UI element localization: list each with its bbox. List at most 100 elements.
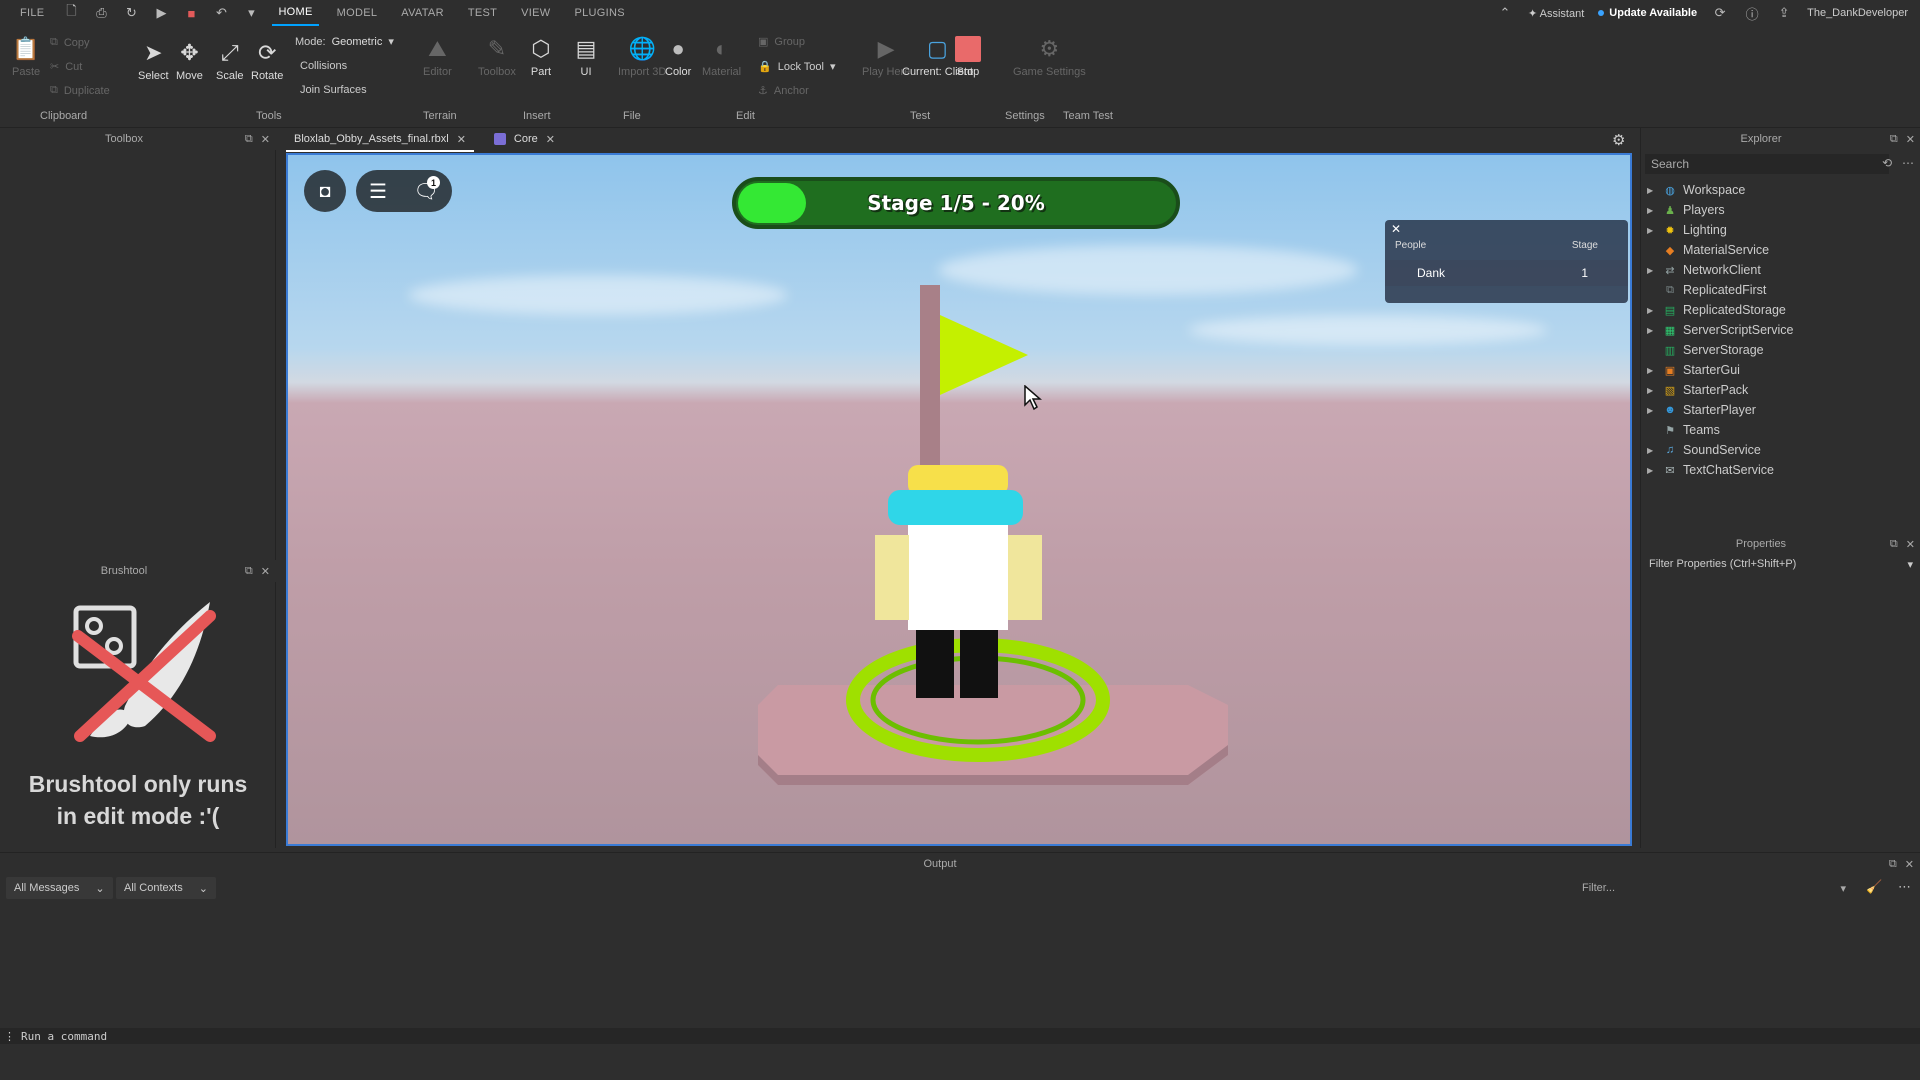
clear-output-icon[interactable]: 🧹 — [1866, 879, 1882, 895]
tab-place-file[interactable]: Bloxlab_Obby_Assets_final.rbxl ✕ — [286, 129, 474, 152]
close-icon[interactable]: ✕ — [1906, 538, 1915, 551]
explorer-item-replicatedfirst[interactable]: ⧉ ReplicatedFirst — [1647, 280, 1766, 300]
tab-test[interactable]: TEST — [462, 0, 503, 26]
undock-icon[interactable]: ⧉ — [1890, 133, 1898, 146]
undock-icon[interactable]: ⧉ — [245, 565, 253, 578]
expand-caret-icon[interactable]: ▶ — [1647, 266, 1659, 275]
import-3d-button[interactable]: 🌐 Import 3D — [618, 36, 666, 78]
update-available-button[interactable]: Update Available — [1598, 7, 1697, 19]
game-settings-button[interactable]: ⚙ Game Settings — [1013, 36, 1086, 78]
close-icon[interactable]: ✕ — [261, 565, 270, 578]
team-test-group-label[interactable]: Team Test — [1063, 110, 1113, 122]
scale-tool[interactable]: ⤢ Scale — [216, 40, 244, 82]
more-icon[interactable]: ⋯ — [1898, 879, 1911, 895]
explorer-item-soundservice[interactable]: ▶ ♫ SoundService — [1647, 440, 1761, 460]
close-icon[interactable]: ✕ — [261, 133, 270, 146]
roblox-menu-button[interactable]: ◘ — [304, 170, 346, 212]
refresh-icon[interactable]: ⟳ — [1711, 4, 1729, 22]
play-icon[interactable]: ▶ — [152, 4, 170, 22]
undock-icon[interactable]: ⧉ — [245, 133, 253, 146]
ui-button[interactable]: ▤ UI — [573, 36, 599, 78]
explorer-item-starterplayer[interactable]: ▶ ☻ StarterPlayer — [1647, 400, 1756, 420]
anchor-button[interactable]: ⚓ Anchor — [758, 84, 809, 98]
command-bar-input[interactable]: ⋮ Run a command — [0, 1028, 1920, 1044]
stop-button[interactable]: Stop — [955, 36, 981, 78]
collisions-toggle[interactable]: Collisions — [300, 60, 347, 72]
explorer-item-textchatservice[interactable]: ▶ ✉ TextChatService — [1647, 460, 1774, 480]
expand-caret-icon[interactable]: ▶ — [1647, 466, 1659, 475]
tab-avatar[interactable]: AVATAR — [395, 0, 450, 26]
color-button[interactable]: ● Color — [665, 36, 691, 78]
explorer-item-lighting[interactable]: ▶ ✹ Lighting — [1647, 220, 1727, 240]
undock-icon[interactable]: ⧉ — [1890, 538, 1898, 551]
more-icon[interactable]: ⋯ — [1902, 156, 1914, 170]
stop-icon[interactable]: ■ — [182, 4, 200, 22]
expand-caret-icon[interactable]: ▶ — [1647, 186, 1659, 195]
chevron-down-icon[interactable]: ▾ — [1907, 558, 1913, 571]
tab-model[interactable]: MODEL — [331, 0, 384, 26]
cut-button[interactable]: ✂ Cut — [50, 60, 82, 74]
help-icon[interactable]: ⓘ — [1743, 4, 1761, 22]
lock-tool-button[interactable]: 🔒 Lock Tool ▾ — [758, 60, 836, 74]
explorer-item-serverstorage[interactable]: ▥ ServerStorage — [1647, 340, 1764, 360]
hamburger-menu-icon[interactable]: ☰ — [369, 179, 387, 204]
expand-caret-icon[interactable]: ▶ — [1647, 446, 1659, 455]
close-icon[interactable]: ✕ — [457, 133, 466, 146]
move-tool[interactable]: ✥ Move — [176, 40, 203, 82]
mode-dropdown[interactable]: Mode: Geometric ▾ — [295, 35, 394, 49]
close-icon[interactable]: ✕ — [1905, 858, 1914, 871]
part-button[interactable]: ⬡ Part — [528, 36, 554, 78]
messages-filter-dropdown[interactable]: All Messages ⌄ — [6, 877, 113, 899]
username[interactable]: The_DankDeveloper — [1807, 7, 1908, 19]
group-button[interactable]: ▣ Group — [758, 35, 805, 49]
join-surfaces-toggle[interactable]: Join Surfaces — [300, 84, 367, 96]
explorer-item-workspace[interactable]: ▶ ◍ Workspace — [1647, 180, 1745, 200]
tab-plugins[interactable]: PLUGINS — [568, 0, 630, 26]
assistant-button[interactable]: ✦ Assistant — [1528, 7, 1584, 20]
undo-icon[interactable]: ↶ — [212, 4, 230, 22]
chevron-down-icon[interactable]: ▾ — [242, 4, 260, 22]
explorer-item-teams[interactable]: ⚑ Teams — [1647, 420, 1720, 440]
rotate-tool[interactable]: ⟳ Rotate — [251, 40, 283, 82]
close-icon[interactable]: ✕ — [1391, 222, 1401, 236]
viewport-settings-icon[interactable]: ⚙ — [1612, 131, 1625, 149]
copy-button[interactable]: ⧉ Copy — [50, 36, 90, 49]
expand-caret-icon[interactable]: ▶ — [1647, 366, 1659, 375]
select-tool[interactable]: ➤ Select — [138, 40, 169, 82]
close-icon[interactable]: ✕ — [1906, 133, 1915, 146]
explorer-item-replicatedstorage[interactable]: ▶ ▤ ReplicatedStorage — [1647, 300, 1786, 320]
material-button[interactable]: ◐ Material — [702, 36, 741, 78]
history-icon[interactable]: ⟲ — [1882, 156, 1892, 170]
paste-button[interactable]: 📋 Paste — [12, 36, 40, 78]
redo-icon[interactable]: ↻ — [122, 4, 140, 22]
explorer-item-serverscriptservice[interactable]: ▶ ▦ ServerScriptService — [1647, 320, 1793, 340]
share-icon[interactable]: ⇪ — [1775, 4, 1793, 22]
toolbox-button[interactable]: ✎ Toolbox — [478, 36, 516, 78]
expand-caret-icon[interactable]: ▶ — [1647, 406, 1659, 415]
file-menu[interactable]: FILE — [14, 0, 50, 26]
collapse-ribbon-icon[interactable]: ⌃ — [1496, 4, 1514, 22]
new-file-icon[interactable]: 🗋 — [62, 3, 80, 22]
terrain-editor-button[interactable]: ⛰ Editor — [423, 36, 452, 78]
explorer-item-players[interactable]: ▶ ♟ Players — [1647, 200, 1725, 220]
expand-caret-icon[interactable]: ▶ — [1647, 326, 1659, 335]
explorer-item-networkclient[interactable]: ▶ ⇄ NetworkClient — [1647, 260, 1761, 280]
undock-icon[interactable]: ⧉ — [1889, 858, 1897, 871]
explorer-item-materialservice[interactable]: ◆ MaterialService — [1647, 240, 1769, 260]
expand-caret-icon[interactable]: ▶ — [1647, 386, 1659, 395]
expand-caret-icon[interactable]: ▶ — [1647, 206, 1659, 215]
tab-home[interactable]: HOME — [272, 0, 319, 26]
expand-caret-icon[interactable]: ▶ — [1647, 306, 1659, 315]
explorer-item-starterpack[interactable]: ▶ ▧ StarterPack — [1647, 380, 1748, 400]
tab-core[interactable]: Core ✕ — [486, 129, 563, 152]
output-filter-input[interactable]: Filter... ▾ — [1578, 877, 1850, 899]
leaderboard-row[interactable]: Dank 1 — [1385, 260, 1628, 286]
explorer-item-startergui[interactable]: ▶ ▣ StarterGui — [1647, 360, 1740, 380]
save-icon[interactable]: ⎙ — [92, 4, 110, 22]
explorer-search-input[interactable]: Search — [1645, 154, 1889, 174]
duplicate-button[interactable]: ⧉ Duplicate — [50, 84, 110, 97]
expand-caret-icon[interactable]: ▶ — [1647, 226, 1659, 235]
close-icon[interactable]: ✕ — [546, 133, 555, 146]
contexts-filter-dropdown[interactable]: All Contexts ⌄ — [116, 877, 216, 899]
properties-filter-input[interactable]: Filter Properties (Ctrl+Shift+P) ▾ — [1645, 555, 1917, 573]
